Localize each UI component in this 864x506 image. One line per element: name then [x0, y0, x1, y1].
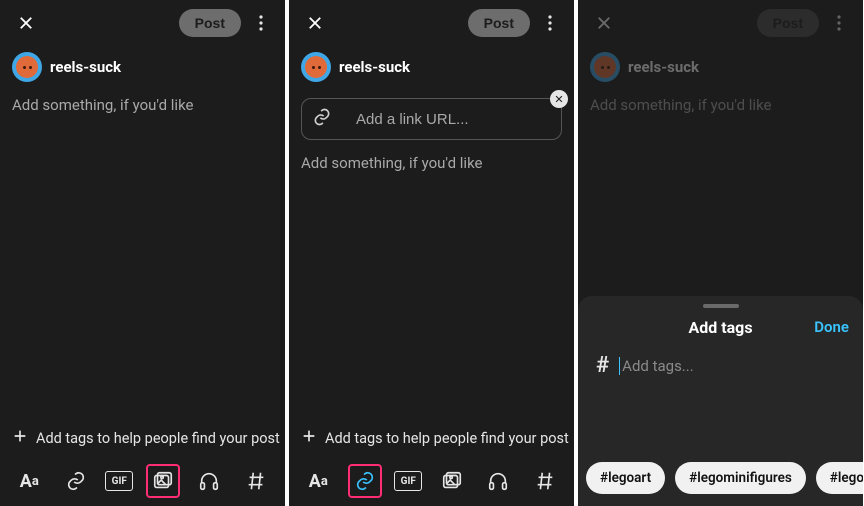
link-icon: [354, 470, 376, 492]
add-tags-sheet: Add tags Done # Add tags... #legoart #le…: [578, 296, 863, 506]
avatar: [590, 52, 620, 82]
image-button[interactable]: [435, 464, 469, 498]
screen-add-tags-sheet: Post reels-suck Add something, if you'd …: [578, 0, 863, 506]
image-button[interactable]: [146, 464, 180, 498]
text-caret: [619, 357, 620, 375]
hashtag-icon: [534, 470, 556, 492]
audio-button[interactable]: [192, 464, 226, 498]
link-icon: [312, 107, 332, 131]
compose-placeholder: Add something, if you'd like: [578, 92, 863, 118]
close-icon[interactable]: [303, 11, 327, 35]
add-tags-hint-button[interactable]: Add tags to help people find your post: [0, 418, 285, 458]
plus-icon: [12, 428, 28, 448]
hashtag-button[interactable]: [528, 464, 562, 498]
compose-placeholder[interactable]: Add something, if you'd like: [0, 92, 285, 118]
hashtag-icon: [245, 470, 267, 492]
username[interactable]: reels-suck: [50, 58, 121, 76]
tag-suggestion-chip[interactable]: #legominifigures: [675, 462, 806, 494]
close-icon: [554, 94, 564, 104]
sheet-grabber[interactable]: [703, 304, 739, 308]
gif-button[interactable]: GIF: [105, 471, 133, 491]
avatar[interactable]: [301, 52, 331, 82]
hashtag-button[interactable]: [239, 464, 273, 498]
more-icon[interactable]: [247, 9, 275, 37]
link-url-input[interactable]: [356, 111, 555, 128]
screen-compose-default: Post reels-suck Add something, if you'd …: [0, 0, 285, 506]
close-icon[interactable]: [14, 11, 38, 35]
text-style-button[interactable]: Aa: [12, 464, 46, 498]
compose-toolbar: Aa GIF: [0, 458, 285, 506]
username[interactable]: reels-suck: [339, 58, 410, 76]
topbar: Post: [578, 0, 863, 46]
post-button[interactable]: Post: [468, 9, 530, 37]
topbar: Post: [0, 0, 285, 46]
add-tags-hint-button[interactable]: Add tags to help people find your post: [289, 418, 574, 458]
more-icon: [825, 9, 853, 37]
add-tags-hint-label: Add tags to help people find your post: [325, 430, 569, 447]
user-row: reels-suck: [578, 46, 863, 92]
audio-button[interactable]: [481, 464, 515, 498]
tag-suggestion-chip[interactable]: #lego: [816, 462, 863, 494]
compose-toolbar: Aa GIF: [289, 458, 574, 506]
link-url-input-wrap[interactable]: [301, 98, 562, 140]
hashtag-icon: #: [596, 353, 609, 378]
tag-input-row[interactable]: # Add tags...: [578, 347, 863, 378]
done-button[interactable]: Done: [814, 318, 849, 336]
image-icon: [152, 470, 174, 492]
screen-compose-link: Post reels-suck Add something, if you'd …: [289, 0, 574, 506]
tag-input-placeholder-text: Add tags...: [622, 357, 694, 375]
text-style-button[interactable]: Aa: [301, 464, 335, 498]
close-icon: [592, 11, 616, 35]
headphones-icon: [198, 470, 220, 492]
image-icon: [441, 470, 463, 492]
compose-placeholder[interactable]: Add something, if you'd like: [289, 150, 574, 176]
gif-button[interactable]: GIF: [394, 471, 422, 491]
tag-suggestions: #legoart #legominifigures #lego: [578, 452, 863, 506]
topbar: Post: [289, 0, 574, 46]
sheet-header: Add tags Done: [578, 314, 863, 347]
post-button: Post: [757, 9, 819, 37]
link-url-row: [301, 98, 562, 140]
username: reels-suck: [628, 58, 699, 76]
headphones-icon: [487, 470, 509, 492]
link-icon: [65, 470, 87, 492]
add-tags-hint-label: Add tags to help people find your post: [36, 430, 280, 447]
more-icon[interactable]: [536, 9, 564, 37]
link-button[interactable]: [59, 464, 93, 498]
tag-suggestion-chip[interactable]: #legoart: [586, 462, 665, 494]
remove-link-button[interactable]: [550, 90, 568, 108]
plus-icon: [301, 428, 317, 448]
post-button[interactable]: Post: [179, 9, 241, 37]
user-row: reels-suck: [0, 46, 285, 92]
sheet-title: Add tags: [688, 318, 752, 337]
link-button[interactable]: [348, 464, 382, 498]
tag-input[interactable]: Add tags...: [619, 357, 694, 375]
user-row: reels-suck: [289, 46, 574, 92]
avatar[interactable]: [12, 52, 42, 82]
